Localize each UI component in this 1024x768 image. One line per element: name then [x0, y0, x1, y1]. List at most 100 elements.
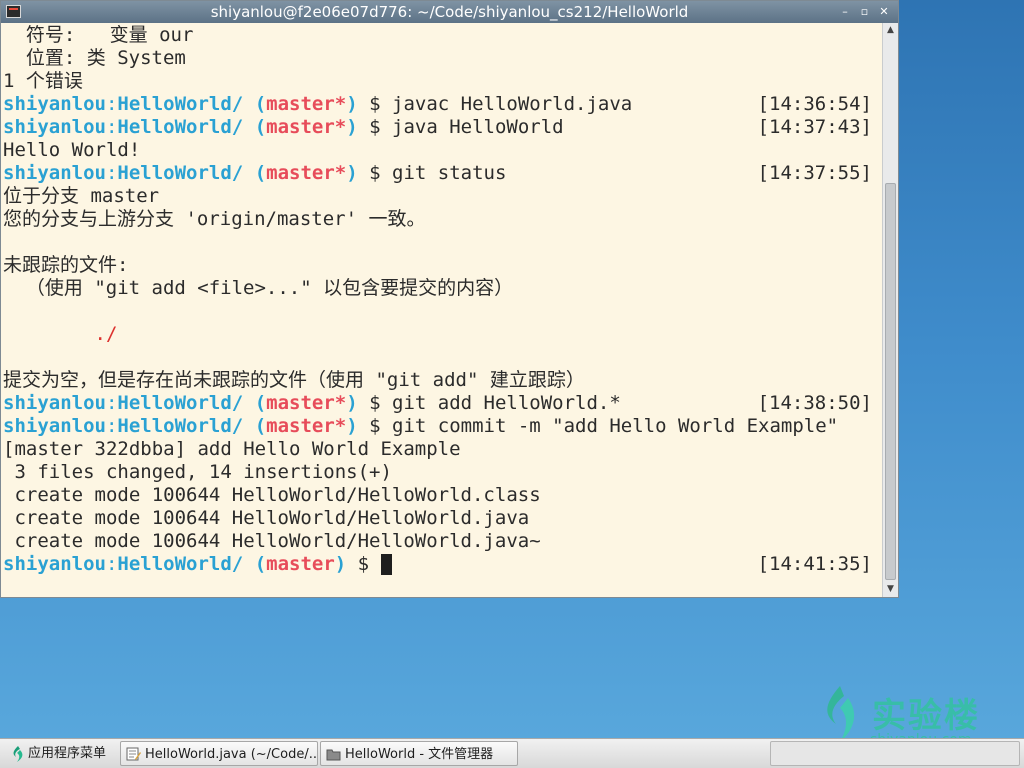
prompt-dir: HelloWorld/ [117, 116, 244, 138]
output-line: 3 files changed, 14 insertions(+) [3, 461, 882, 484]
maximize-button[interactable]: ▫ [857, 1, 873, 23]
task-label-file-manager: HelloWorld - 文件管理器 [345, 747, 494, 762]
prompt-colon: : [105, 415, 118, 437]
prompt-dollar: $ [346, 553, 381, 575]
command-text: git add HelloWorld.* [392, 392, 621, 414]
prompt-colon: : [105, 116, 118, 138]
taskbar-tray-area [770, 741, 1020, 766]
prompt-open-paren: ( [243, 116, 267, 138]
prompt-dollar: $ [357, 93, 392, 115]
scrollbar-thumb[interactable] [885, 183, 896, 580]
command-text: git status [392, 162, 507, 184]
prompt-dollar: $ [357, 415, 392, 437]
terminal-window[interactable]: shiyanlou@f2e06e07d776: ~/Code/shiyanlou… [0, 0, 899, 598]
watermark-brand: 实验楼 [872, 696, 980, 736]
prompt-close-paren: ) [346, 116, 358, 138]
prompt-branch: master* [266, 415, 347, 437]
prompt-close-paren: ) [346, 415, 358, 437]
prompt-line: shiyanlou:HelloWorld/ (master*) $ git ad… [3, 392, 882, 415]
output-line: 您的分支与上游分支 'origin/master' 一致。 [3, 208, 882, 231]
output-text: [master 322dbba] add Hello World Example [3, 438, 461, 460]
prompt-dir: HelloWorld/ [117, 162, 244, 184]
prompt-line: shiyanlou:HelloWorld/ (master*) $ git co… [3, 415, 882, 438]
output-line: 1 个错误 [3, 70, 882, 93]
prompt-close-paren: ) [334, 553, 347, 575]
command-text: git commit -m "add Hello World Example" [392, 415, 839, 437]
close-button[interactable]: ✕ [876, 1, 892, 23]
prompt-user: shiyanlou [3, 93, 106, 115]
output-line: Hello World! [3, 139, 882, 162]
prompt-colon: : [105, 162, 118, 184]
prompt-line: shiyanlou:HelloWorld/ (master) $ [14:41:… [3, 553, 882, 576]
output-text: 提交为空，但是存在尚未跟踪的文件（使用 "git add" 建立跟踪） [3, 369, 585, 391]
output-line: [master 322dbba] add Hello World Example [3, 438, 882, 461]
prompt-colon: : [105, 553, 118, 575]
output-text: （使用 "git add <file>..." 以包含要提交的内容） [3, 277, 514, 299]
prompt-user: shiyanlou [3, 415, 106, 437]
prompt-dollar: $ [357, 116, 392, 138]
window-controls: – ▫ ✕ [837, 1, 892, 23]
terminal-scrollbar[interactable]: ▲ ▼ [882, 23, 898, 597]
window-titlebar[interactable]: shiyanlou@f2e06e07d776: ~/Code/shiyanlou… [1, 1, 898, 23]
prompt-timestamp: [14:36:54] [757, 93, 872, 115]
prompt-timestamp: [14:41:35] [757, 553, 872, 575]
prompt-timestamp: [14:37:43] [757, 116, 872, 138]
prompt-user: shiyanlou [3, 553, 106, 575]
task-button-file-manager[interactable]: HelloWorld - 文件管理器 [320, 741, 518, 766]
task-button-editor[interactable]: HelloWorld.java (~/Code/... [120, 741, 318, 766]
prompt-dir: HelloWorld/ [117, 392, 244, 414]
prompt-dollar: $ [357, 392, 392, 414]
output-text: 位置: 类 System [3, 47, 186, 69]
applications-menu-button[interactable]: 应用程序菜单 [4, 741, 118, 766]
prompt-dir: HelloWorld/ [117, 553, 244, 575]
output-text: create mode 100644 HelloWorld/HelloWorld… [3, 484, 541, 506]
prompt-close-paren: ) [346, 392, 358, 414]
folder-icon [326, 749, 341, 761]
prompt-close-paren: ) [346, 162, 358, 184]
prompt-timestamp: [14:37:55] [757, 162, 872, 184]
command-text: java HelloWorld [392, 116, 564, 138]
output-line: create mode 100644 HelloWorld/HelloWorld… [3, 484, 882, 507]
output-text: 未跟踪的文件: [3, 254, 129, 276]
output-line: ./ [3, 323, 882, 346]
prompt-open-paren: ( [243, 392, 267, 414]
prompt-open-paren: ( [243, 415, 267, 437]
window-title: shiyanlou@f2e06e07d776: ~/Code/shiyanlou… [210, 3, 689, 21]
untracked-path: ./ [3, 323, 118, 345]
applications-menu-label: 应用程序菜单 [28, 746, 107, 761]
output-text: 3 files changed, 14 insertions(+) [3, 461, 392, 483]
prompt-open-paren: ( [243, 93, 267, 115]
output-line: 提交为空，但是存在尚未跟踪的文件（使用 "git add" 建立跟踪） [3, 369, 882, 392]
output-line: （使用 "git add <file>..." 以包含要提交的内容） [3, 277, 882, 300]
output-text: 符号: 变量 our [3, 24, 194, 46]
prompt-colon: : [105, 93, 118, 115]
prompt-line: shiyanlou:HelloWorld/ (master*) $ java H… [3, 116, 882, 139]
output-text: create mode 100644 HelloWorld/HelloWorld… [3, 507, 530, 529]
output-line: 符号: 变量 our [3, 24, 882, 47]
task-label-editor: HelloWorld.java (~/Code/... [145, 747, 318, 762]
prompt-user: shiyanlou [3, 392, 106, 414]
scroll-down-arrow-icon[interactable]: ▼ [883, 582, 898, 597]
prompt-branch: master* [266, 116, 347, 138]
output-line: create mode 100644 HelloWorld/HelloWorld… [3, 507, 882, 530]
output-text: 1 个错误 [3, 70, 83, 92]
output-text: 位于分支 master [3, 185, 160, 207]
terminal-output[interactable]: 符号: 变量 our 位置: 类 System 1 个错误 shiyanlou:He… [1, 23, 882, 597]
prompt-line: shiyanlou:HelloWorld/ (master*) $ git st… [3, 162, 882, 185]
prompt-colon: : [105, 392, 118, 414]
shiyanlou-logo-icon [827, 686, 855, 742]
prompt-branch: master [266, 553, 335, 575]
terminal-icon [6, 5, 21, 18]
prompt-close-paren: ) [346, 93, 358, 115]
output-line: 位置: 类 System [3, 47, 882, 70]
scroll-up-arrow-icon[interactable]: ▲ [883, 23, 898, 38]
prompt-open-paren: ( [243, 553, 267, 575]
prompt-line: shiyanlou:HelloWorld/ (master*) $ javac … [3, 93, 882, 116]
prompt-branch: master* [266, 392, 347, 414]
minimize-button[interactable]: – [837, 1, 853, 23]
applications-menu-icon [13, 746, 23, 762]
text-cursor[interactable] [380, 554, 392, 575]
